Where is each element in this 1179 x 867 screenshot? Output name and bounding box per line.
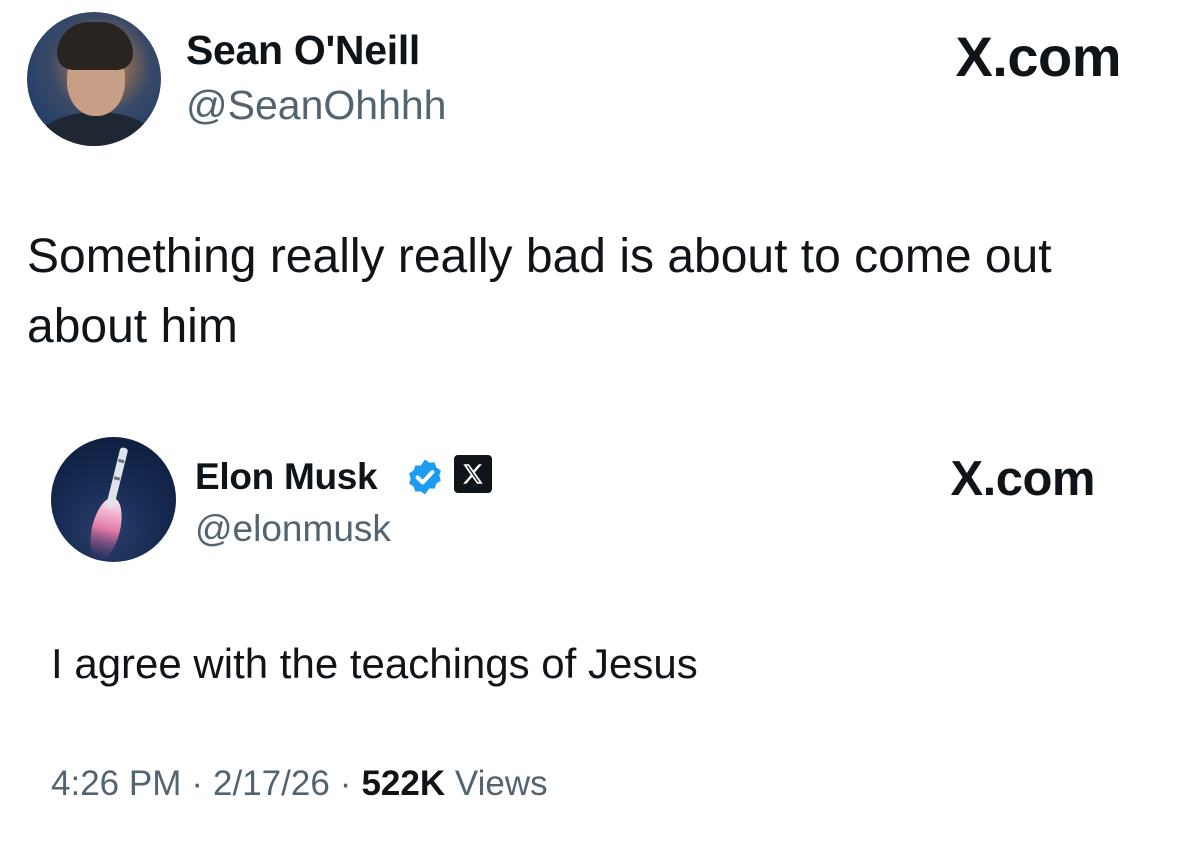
- views-label: Views: [454, 764, 548, 803]
- outer-brand-logo: X.com: [955, 25, 1121, 88]
- quoted-brand-logo: X.com: [950, 452, 1095, 506]
- tweet-time[interactable]: 4:26 PM: [51, 764, 181, 803]
- tweet-date[interactable]: 2/17/26: [213, 764, 330, 803]
- screenshot-page: Sean O'Neill @SeanOhhhh X.com Something …: [0, 0, 1179, 867]
- tweet-metadata: 4:26 PM · 2/17/26 · 522K Views: [51, 764, 548, 804]
- x-logo-icon: [454, 455, 492, 493]
- views-count: 522K: [361, 764, 446, 803]
- rocket-launch-image: [90, 447, 128, 561]
- quoted-author-name[interactable]: Elon Musk: [195, 456, 378, 498]
- outer-tweet-text: Something really really bad is about to …: [27, 230, 1052, 353]
- separator: ·: [339, 764, 352, 803]
- separator: ·: [191, 764, 204, 803]
- verified-checkmark-icon: [405, 457, 445, 497]
- outer-author-handle[interactable]: @SeanOhhhh: [186, 82, 446, 129]
- elon-musk-avatar[interactable]: [51, 437, 176, 562]
- sean-oneill-avatar[interactable]: [27, 12, 161, 146]
- quoted-author-handle[interactable]: @elonmusk: [195, 508, 391, 550]
- quoted-tweet-text: I agree with the teachings of Jesus: [51, 640, 698, 687]
- outer-author-name[interactable]: Sean O'Neill: [186, 27, 420, 74]
